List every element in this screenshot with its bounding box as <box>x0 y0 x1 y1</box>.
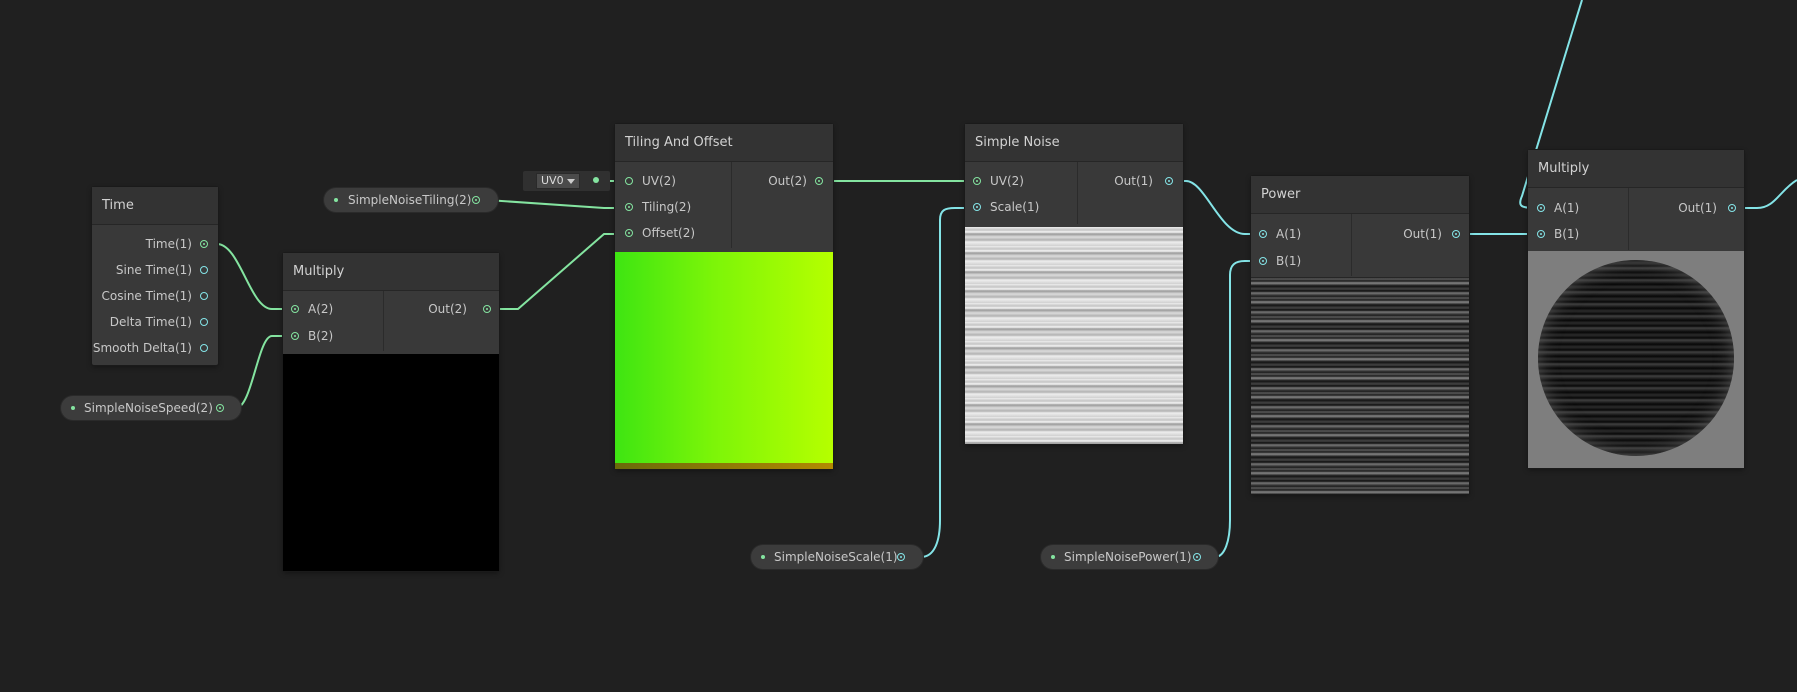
property-label: SimpleNoiseTiling(2) <box>348 193 472 207</box>
wire-powerprop-to-power <box>1198 260 1259 558</box>
port-divider <box>1077 162 1078 224</box>
property-indicator-icon <box>761 555 765 559</box>
port-divider <box>731 162 732 248</box>
out-output-label: Out(1) <box>1403 227 1442 241</box>
simple-noise-node[interactable]: Simple Noise UV(2) Scale(1) Out(1) <box>965 124 1183 444</box>
b-input-label: B(2) <box>308 329 334 343</box>
multiply-node-output[interactable]: Multiply A(1) B(1) Out(1) <box>1528 150 1744 468</box>
uv-input-port[interactable] <box>973 177 981 185</box>
simple-noise-power-property[interactable]: SimpleNoisePower(1) <box>1041 545 1218 569</box>
simple-noise-scale-property[interactable]: SimpleNoiseScale(1) <box>751 545 923 569</box>
time-node[interactable]: Time Time(1) Sine Time(1) Cosine Time(1)… <box>92 187 218 365</box>
uv-input-label: UV(2) <box>642 174 676 188</box>
preview-image <box>283 354 499 571</box>
a-input-port[interactable] <box>1537 204 1545 212</box>
out-output-label: Out(1) <box>1678 201 1717 215</box>
node-title[interactable]: Time <box>92 187 218 225</box>
property-indicator-icon <box>334 198 338 202</box>
property-indicator-icon <box>71 406 75 410</box>
uv-channel-output-port[interactable] <box>593 177 599 183</box>
scale-input-label: Scale(1) <box>990 200 1040 214</box>
property-output-port[interactable] <box>472 196 480 204</box>
wire-noise-to-power <box>1172 180 1259 235</box>
node-title[interactable]: Tiling And Offset <box>615 124 833 162</box>
wire-multiply-to-offset <box>491 233 621 310</box>
preview-image <box>1528 251 1744 468</box>
port-divider <box>1351 214 1352 276</box>
node-title[interactable]: Power <box>1251 176 1469 214</box>
property-output-port[interactable] <box>1193 553 1201 561</box>
time-output-label: Time(1) <box>145 237 192 251</box>
tiling-input-label: Tiling(2) <box>642 200 692 214</box>
delta-time-output-port[interactable] <box>200 318 208 326</box>
preview-image <box>1251 277 1469 494</box>
time-output-port[interactable] <box>200 240 208 248</box>
delta-time-output-label: Delta Time(1) <box>109 315 192 329</box>
chevron-down-icon <box>567 179 575 184</box>
port-divider <box>1628 188 1629 250</box>
out-output-port[interactable] <box>1728 204 1736 212</box>
property-output-port[interactable] <box>897 553 905 561</box>
power-node[interactable]: Power A(1) B(1) Out(1) <box>1251 176 1469 494</box>
simple-noise-tiling-property[interactable]: SimpleNoiseTiling(2) <box>324 188 498 212</box>
offset-input-port[interactable] <box>625 229 633 237</box>
out-output-label: Out(2) <box>428 302 467 316</box>
preview-sphere <box>1538 260 1734 456</box>
property-output-port[interactable] <box>216 404 224 412</box>
cosine-time-output-port[interactable] <box>200 292 208 300</box>
b-input-port[interactable] <box>1537 230 1545 238</box>
smooth-delta-output-label: Smooth Delta(1) <box>92 341 192 355</box>
preview-image <box>615 252 833 469</box>
property-label: SimpleNoiseScale(1) <box>774 550 898 564</box>
node-title[interactable]: Multiply <box>283 253 499 291</box>
property-label: SimpleNoiseSpeed(2) <box>84 401 213 415</box>
a-input-label: A(1) <box>1554 201 1580 215</box>
tiling-and-offset-node[interactable]: Tiling And Offset UV(2) Tiling(2) Offset… <box>615 124 833 469</box>
out-output-port[interactable] <box>483 305 491 313</box>
sine-time-output-port[interactable] <box>200 266 208 274</box>
uv-input-port[interactable] <box>625 177 633 185</box>
wire-tilingprop-to-tiling <box>486 199 621 209</box>
out-output-label: Out(2) <box>768 174 807 188</box>
offset-input-label: Offset(2) <box>642 226 696 240</box>
a-input-port[interactable] <box>291 305 299 313</box>
multiply-node[interactable]: Multiply A(2) B(2) Out(2) <box>283 253 499 571</box>
simple-noise-speed-property[interactable]: SimpleNoiseSpeed(2) <box>61 396 241 420</box>
scale-input-port[interactable] <box>973 203 981 211</box>
b-input-port[interactable] <box>1259 257 1267 265</box>
uv-channel-value: UV0 <box>541 174 564 187</box>
b-input-label: B(1) <box>1554 227 1580 241</box>
node-title[interactable]: Simple Noise <box>965 124 1183 162</box>
uv-channel-dropdown[interactable]: UV0 <box>536 173 580 189</box>
uv-channel-field: UV0 <box>523 171 610 191</box>
sine-time-output-label: Sine Time(1) <box>115 263 192 277</box>
port-divider <box>383 291 384 351</box>
property-label: SimpleNoisePower(1) <box>1064 550 1192 564</box>
out-output-port[interactable] <box>815 177 823 185</box>
uv-input-label: UV(2) <box>990 174 1024 188</box>
out-output-port[interactable] <box>1452 230 1460 238</box>
tiling-input-port[interactable] <box>625 203 633 211</box>
out-output-port[interactable] <box>1165 177 1173 185</box>
preview-image <box>965 227 1183 444</box>
b-input-label: B(1) <box>1276 254 1302 268</box>
a-input-label: A(1) <box>1276 227 1302 241</box>
a-input-port[interactable] <box>1259 230 1267 238</box>
property-indicator-icon <box>1051 555 1055 559</box>
a-input-label: A(2) <box>308 302 334 316</box>
smooth-delta-output-port[interactable] <box>200 344 208 352</box>
out-output-label: Out(1) <box>1114 174 1153 188</box>
cosine-time-output-label: Cosine Time(1) <box>101 289 192 303</box>
node-title[interactable]: Multiply <box>1528 150 1744 188</box>
b-input-port[interactable] <box>291 332 299 340</box>
wire-scale-to-noise <box>908 207 972 558</box>
